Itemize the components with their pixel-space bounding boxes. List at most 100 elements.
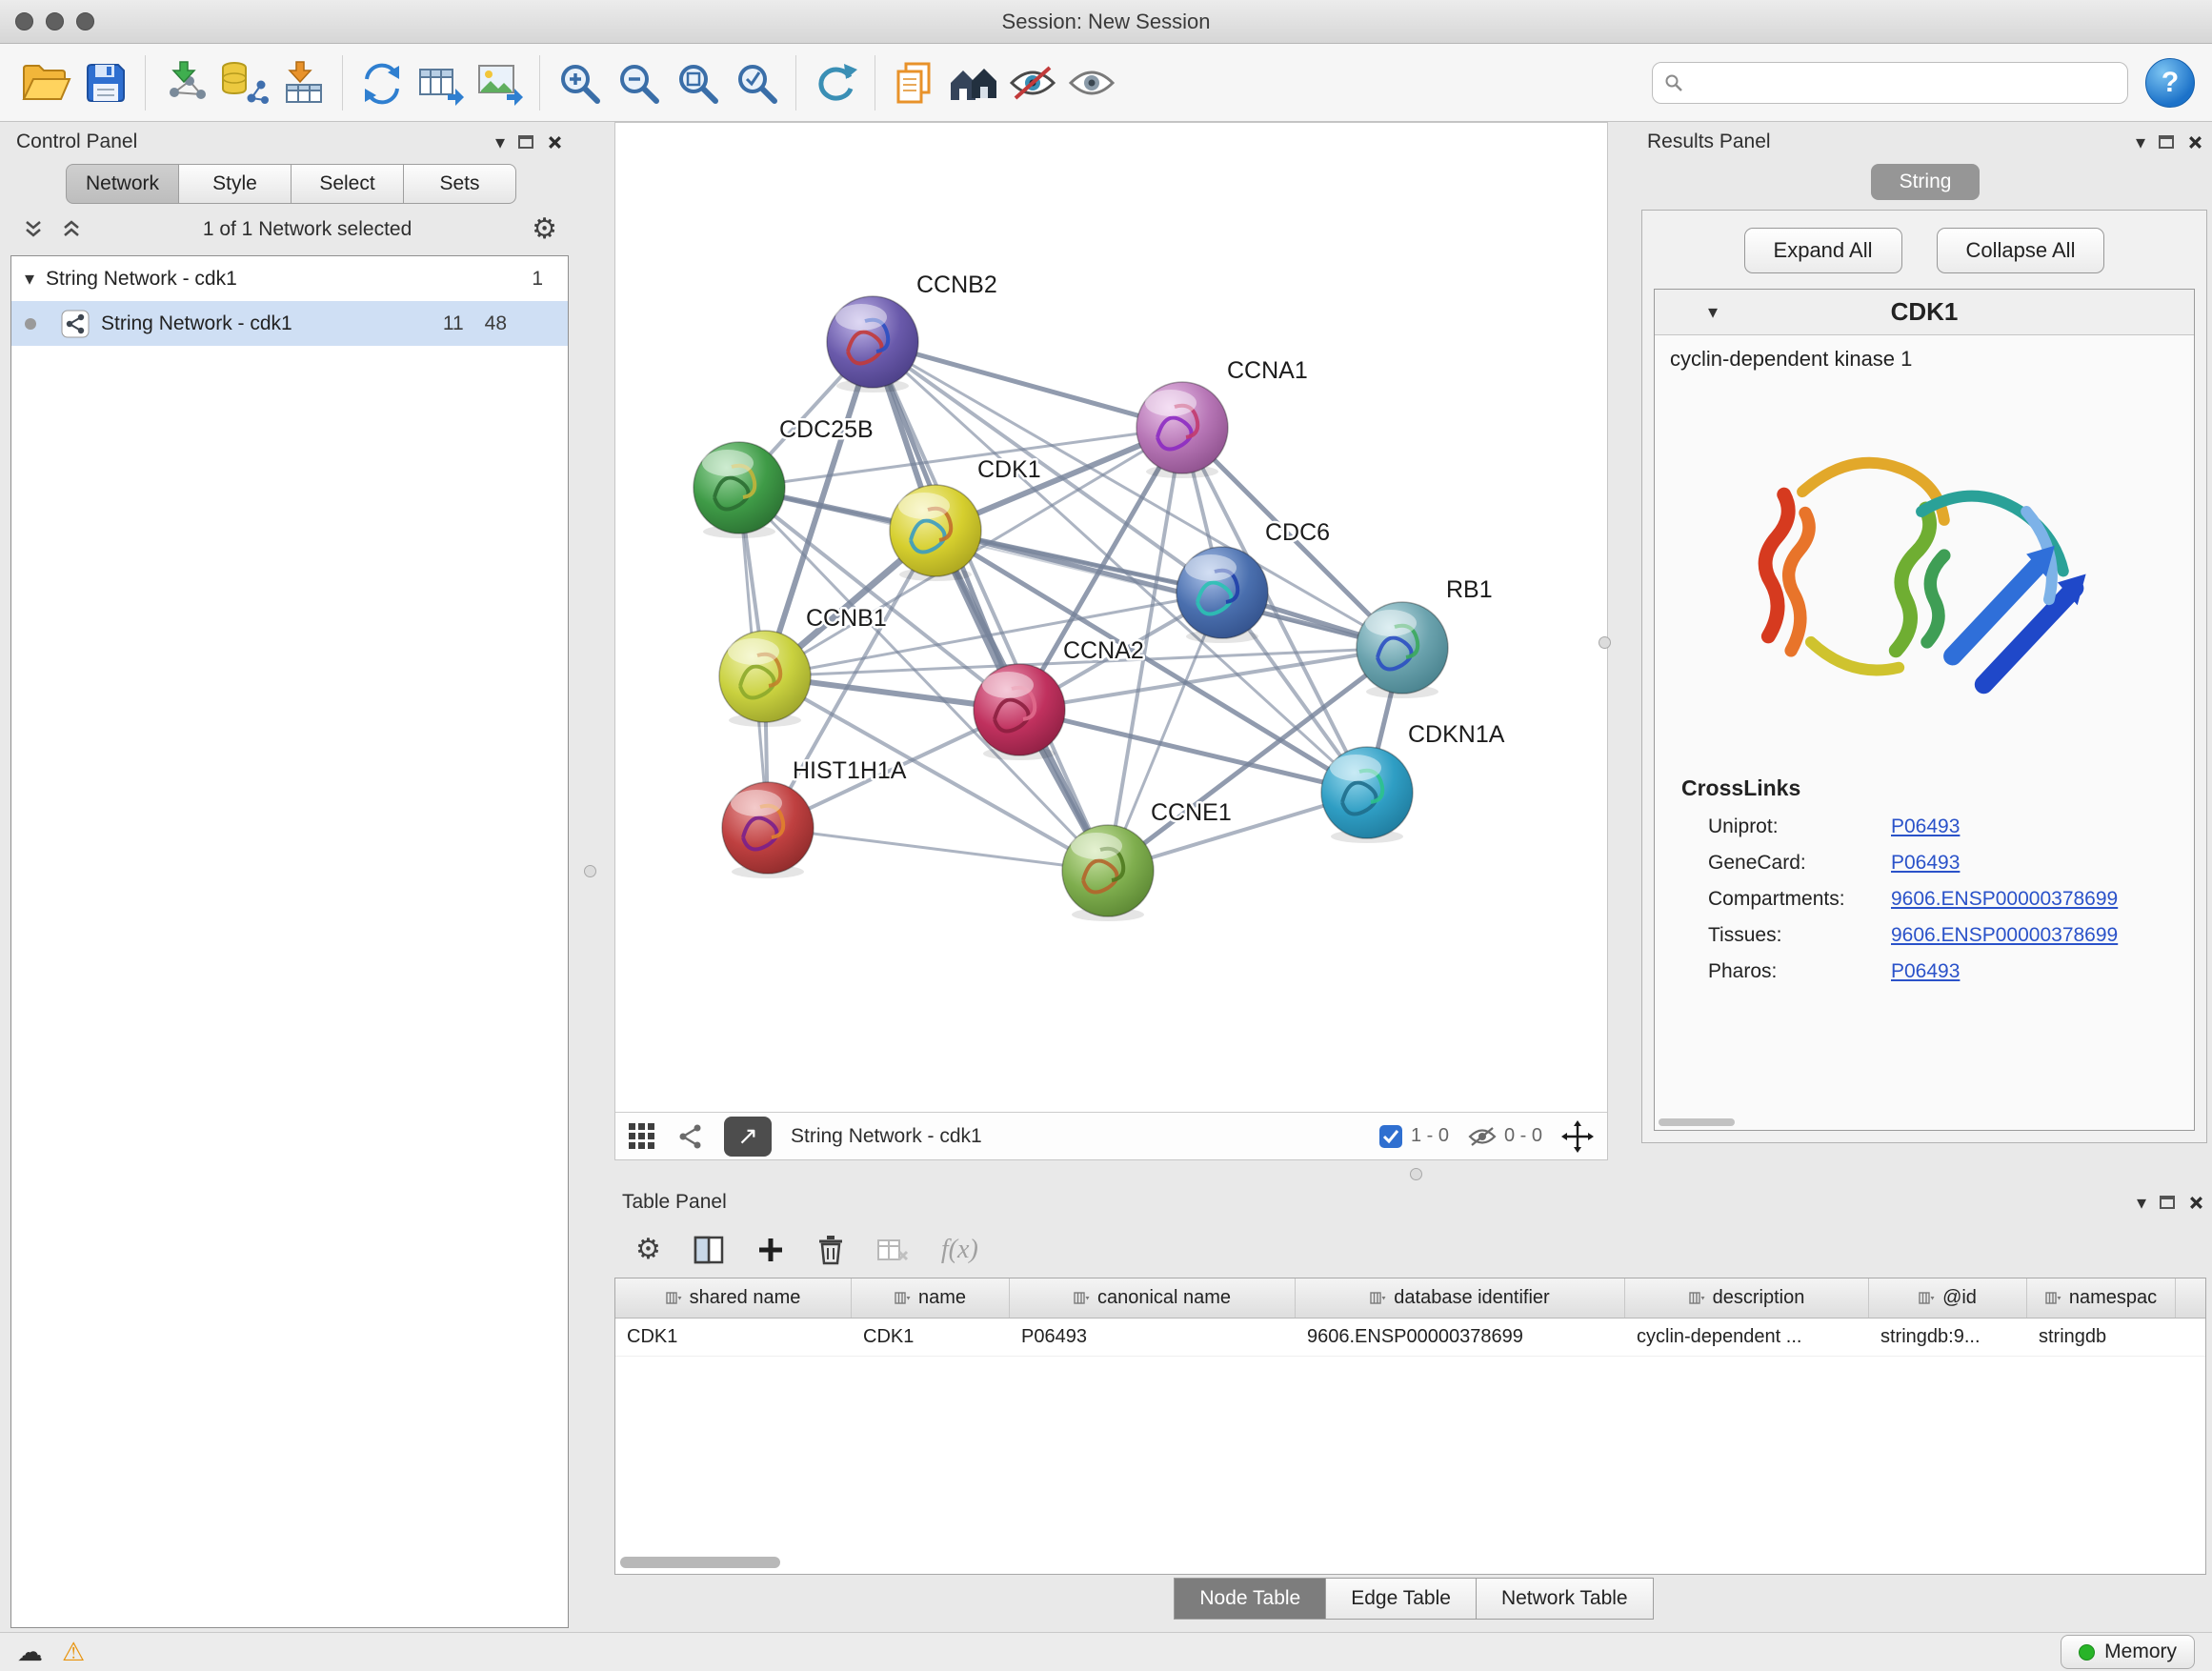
column-header[interactable]: canonical name bbox=[1010, 1278, 1296, 1318]
zoom-out-button[interactable] bbox=[609, 52, 668, 113]
close-panel-icon[interactable] bbox=[547, 134, 563, 151]
expand-all-button[interactable]: Expand All bbox=[1744, 228, 1902, 273]
float-panel-icon[interactable] bbox=[2160, 1196, 2175, 1209]
export-image-button[interactable] bbox=[471, 52, 530, 113]
close-panel-icon[interactable] bbox=[2187, 134, 2203, 151]
table-cell[interactable]: P06493 bbox=[1010, 1319, 1296, 1356]
tab-sets[interactable]: Sets bbox=[403, 164, 516, 204]
selected-checkbox-icon[interactable] bbox=[1378, 1124, 1403, 1149]
add-column-icon[interactable] bbox=[756, 1236, 785, 1264]
share-network-icon[interactable] bbox=[676, 1122, 705, 1151]
column-header[interactable]: namespac bbox=[2027, 1278, 2176, 1318]
tab-style[interactable]: Style bbox=[178, 164, 292, 204]
search-field[interactable] bbox=[1652, 62, 2128, 104]
network-edge[interactable] bbox=[873, 342, 1108, 871]
expand-all-icon[interactable] bbox=[60, 219, 83, 240]
search-input[interactable] bbox=[1691, 71, 2116, 94]
close-panel-icon[interactable] bbox=[2188, 1195, 2204, 1211]
network-collection-row[interactable]: ▾ String Network - cdk1 1 bbox=[11, 256, 568, 301]
crosslink-link[interactable]: 9606.ENSP00000378699 bbox=[1891, 888, 2118, 911]
import-table-button[interactable] bbox=[273, 52, 332, 113]
open-in-browser-button[interactable]: ↗ bbox=[724, 1117, 772, 1157]
close-window-button[interactable] bbox=[15, 12, 33, 30]
zoom-window-button[interactable] bbox=[76, 12, 94, 30]
tab-select[interactable]: Select bbox=[291, 164, 404, 204]
hidden-eye-icon[interactable] bbox=[1468, 1126, 1497, 1147]
table-cell[interactable]: cyclin-dependent ... bbox=[1625, 1319, 1869, 1356]
export-table-button[interactable] bbox=[412, 52, 471, 113]
gear-icon[interactable]: ⚙ bbox=[532, 215, 557, 244]
delete-column-icon[interactable] bbox=[817, 1235, 844, 1265]
horizontal-splitter-handle[interactable] bbox=[1410, 1168, 1422, 1180]
network-node[interactable] bbox=[1357, 602, 1448, 698]
protein-header[interactable]: ▾ CDK1 bbox=[1655, 290, 2194, 335]
birds-eye-grid-icon[interactable] bbox=[629, 1123, 657, 1150]
table-cell[interactable]: CDK1 bbox=[852, 1319, 1010, 1356]
save-session-button[interactable] bbox=[76, 52, 135, 113]
network-node[interactable] bbox=[1136, 382, 1228, 478]
open-session-button[interactable] bbox=[17, 52, 76, 113]
column-header[interactable]: @id bbox=[1869, 1278, 2027, 1318]
import-network-database-button[interactable] bbox=[214, 52, 273, 113]
network-edge[interactable] bbox=[935, 531, 1402, 648]
collapse-all-button[interactable]: Collapse All bbox=[1937, 228, 2105, 273]
help-button[interactable]: ? bbox=[2145, 58, 2195, 108]
minimize-window-button[interactable] bbox=[46, 12, 64, 30]
network-row[interactable]: String Network - cdk1 11 48 bbox=[11, 301, 568, 346]
clone-network-button[interactable] bbox=[352, 52, 412, 113]
collapse-all-icon[interactable] bbox=[22, 219, 45, 240]
hide-details-button[interactable] bbox=[1003, 52, 1062, 113]
import-network-file-button[interactable] bbox=[155, 52, 214, 113]
table-scrollbar[interactable] bbox=[620, 1557, 2179, 1570]
column-header[interactable]: shared name bbox=[615, 1278, 852, 1318]
copy-document-button[interactable] bbox=[885, 52, 944, 113]
protein-panel-scrollbar[interactable] bbox=[1659, 1118, 2176, 1127]
string-tab-badge[interactable]: String bbox=[1871, 164, 1981, 200]
panel-menu-icon[interactable]: ▾ bbox=[2136, 131, 2145, 154]
crosslink-link[interactable]: P06493 bbox=[1891, 852, 1960, 875]
tab-network-table[interactable]: Network Table bbox=[1476, 1578, 1654, 1620]
network-node[interactable] bbox=[694, 442, 785, 538]
zoom-fit-button[interactable] bbox=[668, 52, 727, 113]
column-header[interactable]: name bbox=[852, 1278, 1010, 1318]
first-neighbors-button[interactable] bbox=[944, 52, 1003, 113]
warning-icon[interactable]: ⚠ bbox=[62, 1640, 85, 1665]
table-cell[interactable]: CDK1 bbox=[615, 1319, 852, 1356]
network-edge[interactable] bbox=[768, 828, 1108, 871]
zoom-selected-button[interactable] bbox=[727, 52, 786, 113]
tab-node-table[interactable]: Node Table bbox=[1174, 1578, 1326, 1620]
vertical-splitter-handle[interactable] bbox=[584, 865, 596, 877]
apply-layout-button[interactable] bbox=[806, 52, 865, 113]
cloud-icon[interactable]: ☁ bbox=[17, 1640, 43, 1665]
panel-menu-icon[interactable]: ▾ bbox=[495, 131, 505, 154]
network-node[interactable] bbox=[1176, 547, 1268, 643]
pan-crosshair-icon[interactable] bbox=[1561, 1120, 1594, 1153]
network-canvas[interactable]: CCNB2CCNA1CDC25BCDK1CDC6RB1CCNB1CCNA2CDK… bbox=[615, 123, 1607, 1107]
network-node[interactable] bbox=[1062, 825, 1154, 921]
network-node[interactable] bbox=[722, 782, 814, 878]
crosslink-link[interactable]: P06493 bbox=[1891, 815, 1960, 838]
table-scrollbar-thumb[interactable] bbox=[620, 1557, 780, 1568]
show-details-button[interactable] bbox=[1062, 52, 1121, 113]
tab-network[interactable]: Network bbox=[66, 164, 179, 204]
column-header[interactable]: database identifier bbox=[1296, 1278, 1625, 1318]
float-panel-icon[interactable] bbox=[518, 135, 533, 149]
crosslink-link[interactable]: P06493 bbox=[1891, 960, 1960, 983]
tab-edge-table[interactable]: Edge Table bbox=[1325, 1578, 1477, 1620]
table-settings-gear-icon[interactable]: ⚙ bbox=[635, 1236, 661, 1264]
vertical-splitter-handle[interactable] bbox=[1599, 636, 1611, 649]
zoom-in-button[interactable] bbox=[550, 52, 609, 113]
table-row[interactable]: CDK1CDK1P064939606.ENSP00000378699cyclin… bbox=[615, 1319, 2205, 1357]
tree-expand-icon[interactable]: ▾ bbox=[25, 267, 34, 291]
table-cell[interactable]: 9606.ENSP00000378699 bbox=[1296, 1319, 1625, 1356]
table-cell[interactable]: stringdb:9... bbox=[1869, 1319, 2027, 1356]
network-node[interactable] bbox=[890, 485, 981, 581]
memory-button[interactable]: Memory bbox=[2061, 1635, 2195, 1669]
panel-menu-icon[interactable]: ▾ bbox=[2137, 1191, 2146, 1215]
float-panel-icon[interactable] bbox=[2159, 135, 2174, 149]
table-cell[interactable]: stringdb bbox=[2027, 1319, 2176, 1356]
show-columns-icon[interactable] bbox=[694, 1236, 724, 1264]
crosslink-link[interactable]: 9606.ENSP00000378699 bbox=[1891, 924, 2118, 947]
function-builder-icon[interactable]: f(x) bbox=[941, 1235, 978, 1265]
network-node[interactable] bbox=[1321, 747, 1413, 843]
